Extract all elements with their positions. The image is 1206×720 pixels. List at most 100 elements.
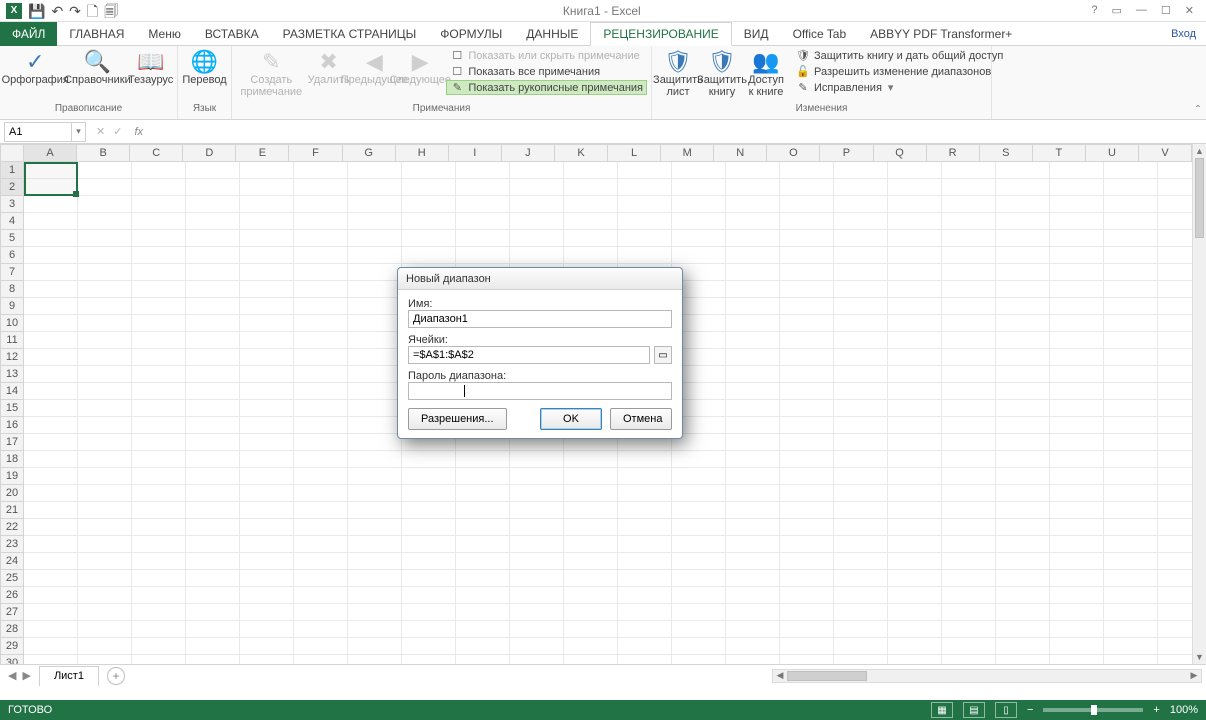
scroll-left-icon[interactable]: ◀ (773, 670, 787, 681)
row-header[interactable]: 18 (1, 451, 23, 468)
page-break-view-icon[interactable]: ▯ (995, 702, 1017, 718)
formula-input[interactable] (147, 122, 1206, 142)
cancel-button[interactable]: Отмена (610, 408, 672, 430)
row-header[interactable]: 10 (1, 315, 23, 332)
row-header[interactable]: 26 (1, 587, 23, 604)
show-all-comments[interactable]: ☐Показать все примечания (446, 64, 647, 79)
tab-insert[interactable]: ВСТАВКА (193, 22, 271, 46)
protect-and-share[interactable]: 🛡Защитить книгу и дать общий доступ (792, 48, 1007, 63)
range-password-input[interactable] (408, 382, 672, 400)
new-doc-icon[interactable]: 🗋 (87, 4, 98, 18)
row-header[interactable]: 2 (1, 179, 23, 196)
column-header[interactable]: O (767, 145, 820, 161)
row-header[interactable]: 28 (1, 621, 23, 638)
row-header[interactable]: 25 (1, 570, 23, 587)
scroll-up-icon[interactable]: ▲ (1193, 144, 1206, 158)
row-header[interactable]: 22 (1, 519, 23, 536)
scroll-down-icon[interactable]: ▼ (1193, 650, 1206, 664)
row-header[interactable]: 7 (1, 264, 23, 281)
row-header[interactable]: 19 (1, 468, 23, 485)
help-icon[interactable]: ? (1091, 4, 1097, 17)
tab-office-tab[interactable]: Office Tab (781, 22, 859, 46)
column-header[interactable]: D (183, 145, 236, 161)
column-header[interactable]: R (927, 145, 980, 161)
column-header[interactable]: E (236, 145, 289, 161)
tab-data[interactable]: ДАННЫЕ (514, 22, 590, 46)
row-header[interactable]: 1 (1, 162, 23, 179)
column-header[interactable]: B (77, 145, 130, 161)
sheet-nav-prev-icon[interactable]: ◀ (8, 669, 16, 682)
add-sheet-button[interactable]: + (107, 667, 125, 685)
column-header[interactable]: Q (874, 145, 927, 161)
protect-workbook-button[interactable]: 🛡Защитить книгу (700, 48, 744, 100)
row-headers[interactable]: 1234567891011121314151617181920212223242… (0, 162, 24, 664)
share-workbook-button[interactable]: 👥Доступ к книге (744, 48, 788, 100)
permissions-button[interactable]: Разрешения... (408, 408, 507, 430)
minimize-icon[interactable]: — (1136, 4, 1147, 17)
save-icon[interactable]: 💾 (28, 4, 45, 18)
scroll-right-icon[interactable]: ▶ (1187, 670, 1201, 681)
column-header[interactable]: F (289, 145, 342, 161)
row-header[interactable]: 8 (1, 281, 23, 298)
range-name-input[interactable] (408, 310, 672, 328)
row-header[interactable]: 6 (1, 247, 23, 264)
row-header[interactable]: 15 (1, 400, 23, 417)
tab-abbyy[interactable]: ABBYY PDF Transformer+ (858, 22, 1024, 46)
column-header[interactable]: L (608, 145, 661, 161)
row-header[interactable]: 29 (1, 638, 23, 655)
row-header[interactable]: 24 (1, 553, 23, 570)
row-header[interactable]: 11 (1, 332, 23, 349)
normal-view-icon[interactable]: ▦ (931, 702, 953, 718)
close-icon[interactable]: ✕ (1185, 4, 1194, 17)
collapse-ribbon-icon[interactable]: ˆ (1196, 103, 1200, 117)
sheet-nav-next-icon[interactable]: ▶ (22, 669, 30, 682)
tab-file[interactable]: ФАЙЛ (0, 22, 57, 46)
row-header[interactable]: 13 (1, 366, 23, 383)
fx-icon[interactable]: fx (130, 126, 147, 138)
research-button[interactable]: 🔍Справочники (66, 48, 128, 88)
redo-icon[interactable]: ↷ (69, 4, 81, 18)
spelling-button[interactable]: ✓Орфография (4, 48, 66, 88)
row-header[interactable]: 17 (1, 434, 23, 451)
zoom-slider[interactable] (1043, 708, 1143, 712)
ribbon-options-icon[interactable]: ▭ (1112, 4, 1122, 17)
row-header[interactable]: 4 (1, 213, 23, 230)
column-header[interactable]: N (714, 145, 767, 161)
open-icon[interactable]: 🗐 (104, 4, 118, 18)
row-header[interactable]: 12 (1, 349, 23, 366)
row-header[interactable]: 27 (1, 604, 23, 621)
tab-home[interactable]: ГЛАВНАЯ (57, 22, 136, 46)
zoom-level[interactable]: 100% (1170, 704, 1198, 716)
chevron-down-icon[interactable]: ▾ (71, 123, 85, 141)
hscroll-thumb[interactable] (787, 671, 867, 681)
row-header[interactable]: 5 (1, 230, 23, 247)
cells-ref-input[interactable] (408, 346, 650, 364)
row-header[interactable]: 21 (1, 502, 23, 519)
thesaurus-button[interactable]: 📖Тезаурус (128, 48, 173, 88)
allow-edit-ranges[interactable]: 🔓Разрешить изменение диапазонов (792, 64, 1007, 79)
column-header[interactable]: U (1086, 145, 1139, 161)
name-box[interactable]: A1 ▾ (4, 122, 86, 142)
page-layout-view-icon[interactable]: ▤ (963, 702, 985, 718)
column-headers[interactable]: ABCDEFGHIJKLMNOPQRSTUV (24, 144, 1192, 162)
collapse-dialog-icon[interactable]: ▭ (654, 346, 672, 364)
column-header[interactable]: P (820, 145, 873, 161)
vscroll-thumb[interactable] (1195, 158, 1204, 238)
undo-icon[interactable]: ↶ (51, 4, 63, 18)
column-header[interactable]: J (502, 145, 555, 161)
show-ink-comments[interactable]: ✎Показать рукописные примечания (446, 80, 647, 95)
row-header[interactable]: 20 (1, 485, 23, 502)
horizontal-scrollbar[interactable]: ◀ ▶ (772, 669, 1202, 683)
zoom-knob[interactable] (1091, 705, 1097, 715)
tab-formulas[interactable]: ФОРМУЛЫ (428, 22, 514, 46)
column-header[interactable]: V (1139, 145, 1192, 161)
tab-review[interactable]: РЕЦЕНЗИРОВАНИЕ (590, 22, 731, 46)
vertical-scrollbar[interactable]: ▲ ▼ (1192, 144, 1206, 664)
column-header[interactable]: C (130, 145, 183, 161)
maximize-icon[interactable]: ☐ (1161, 4, 1171, 17)
tab-menu[interactable]: Меню (136, 22, 192, 46)
column-header[interactable]: H (396, 145, 449, 161)
column-header[interactable]: K (555, 145, 608, 161)
column-header[interactable]: S (980, 145, 1033, 161)
fill-handle[interactable] (73, 191, 79, 197)
